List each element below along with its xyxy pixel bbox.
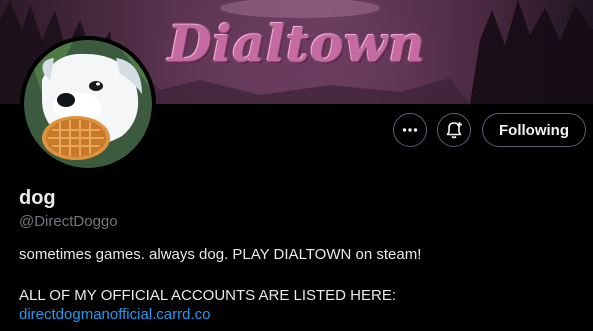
- dog-avatar-image: [24, 40, 152, 168]
- following-button[interactable]: Following: [482, 113, 586, 147]
- more-horizontal-icon: [402, 128, 418, 132]
- bell-plus-icon: [446, 122, 462, 139]
- avatar[interactable]: [20, 36, 156, 172]
- bio-text-line: ALL OF MY OFFICIAL ACCOUNTS ARE LISTED H…: [19, 287, 397, 304]
- banner-title: Dialtown: [168, 14, 426, 73]
- display-name: dog: [19, 187, 56, 209]
- user-handle: @DirectDoggo: [19, 213, 118, 230]
- bio-link[interactable]: directdogmanofficial.carrd.co: [19, 306, 210, 323]
- more-button[interactable]: [393, 113, 427, 147]
- bio-text-line: sometimes games. always dog. PLAY DIALTO…: [19, 246, 422, 263]
- notifications-button[interactable]: [437, 113, 471, 147]
